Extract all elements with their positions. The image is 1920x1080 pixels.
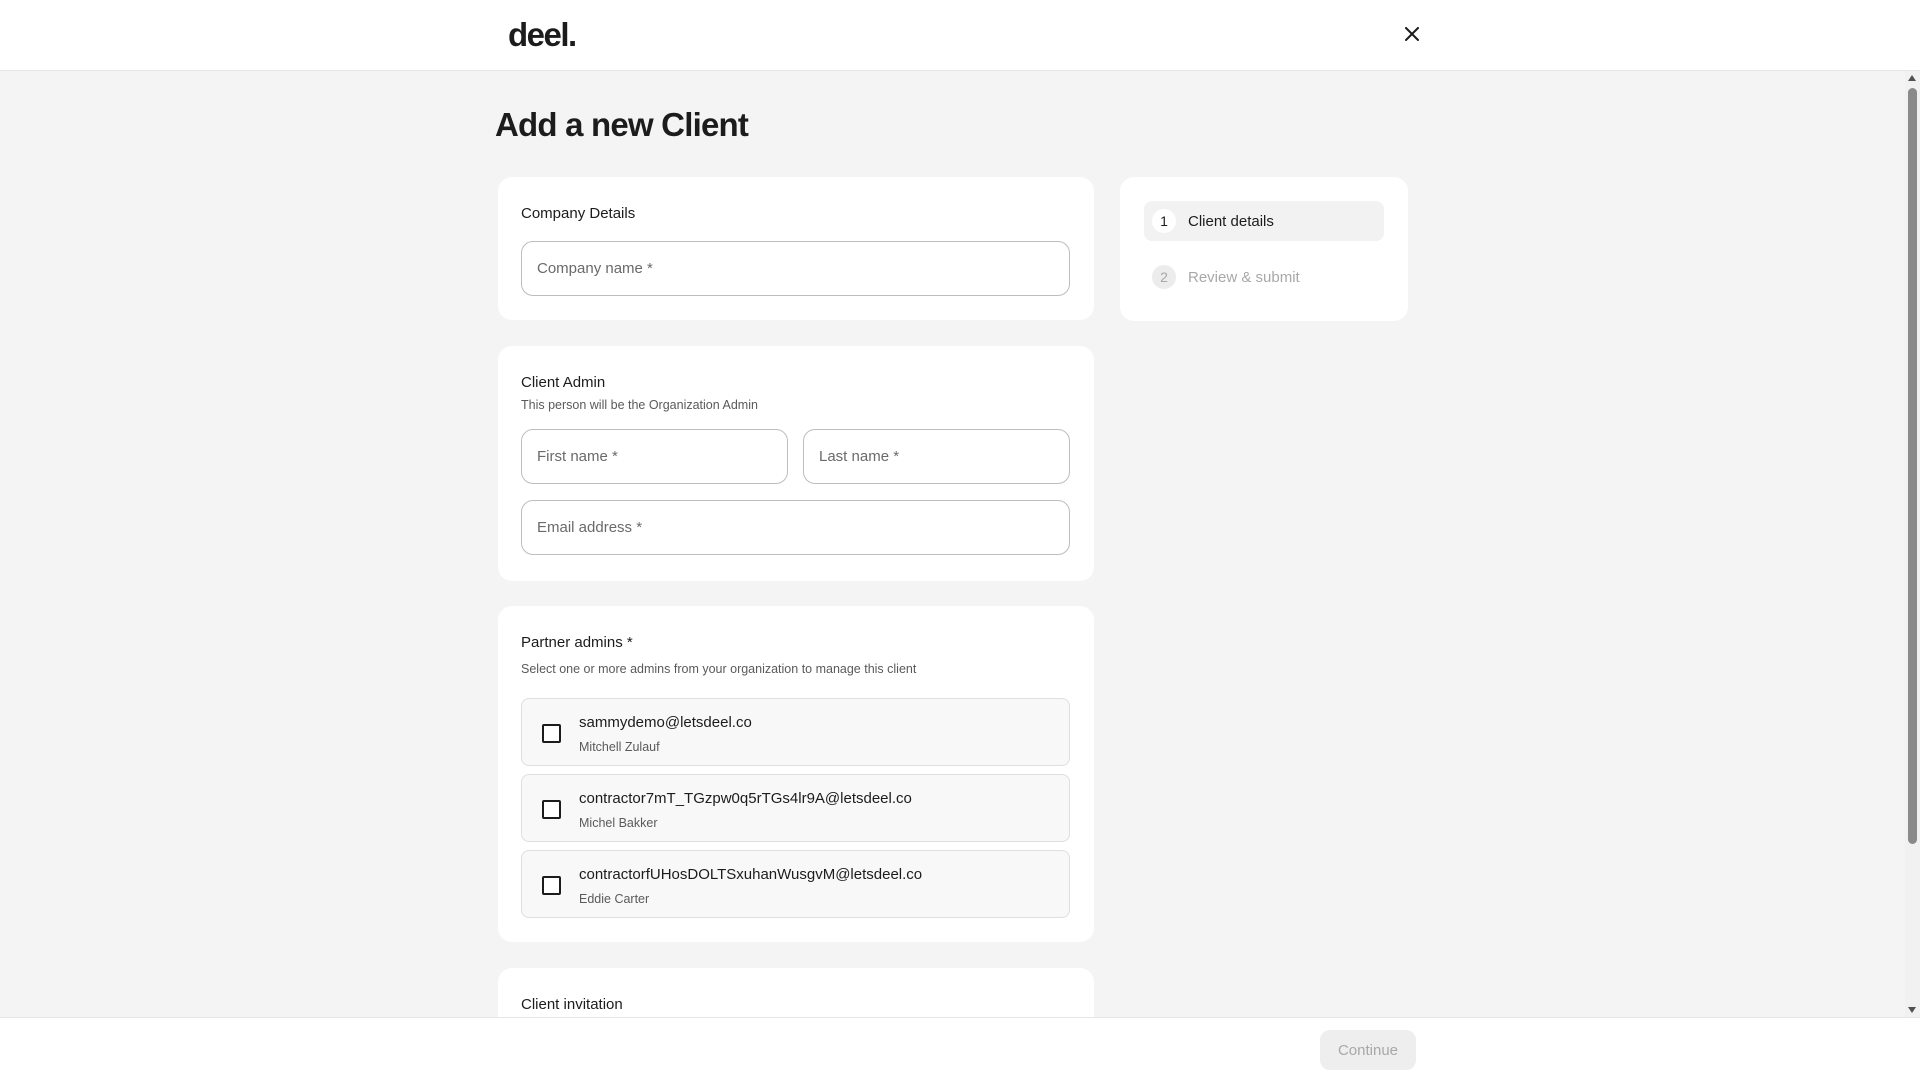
continue-button[interactable]: Continue [1320,1030,1416,1070]
partner-admins-subtitle: Select one or more admins from your orga… [521,662,917,676]
admin-checkbox[interactable] [542,876,561,895]
steps-panel: 1 Client details 2 Review & submit [1120,177,1408,321]
scrollbar[interactable] [1905,71,1920,1017]
company-name-placeholder: Company name * [537,260,653,277]
main-content: Add a new Client Company Details Company… [0,71,1905,1017]
client-invitation-card: Client invitation [498,968,1094,1017]
step-label: Client details [1188,212,1274,230]
admin-checkbox[interactable] [542,724,561,743]
close-icon [1405,27,1419,41]
admin-checkbox[interactable] [542,800,561,819]
scrollbar-thumb[interactable] [1908,88,1917,844]
company-details-title: Company Details [521,205,636,222]
company-name-field[interactable]: Company name * [521,241,1070,296]
step-label: Review & submit [1188,268,1300,286]
last-name-placeholder: Last name * [819,448,900,465]
client-admin-title: Client Admin [521,374,606,391]
admin-email: contractor7mT_TGzpw0q5rTGs4lr9A@letsdeel… [579,790,912,807]
client-admin-card: Client Admin This person will be the Org… [498,346,1094,581]
partner-admin-option[interactable]: contractorfUHosDOLTSxuhanWusgvM@letsdeel… [521,850,1070,918]
partner-admin-option[interactable]: contractor7mT_TGzpw0q5rTGs4lr9A@letsdeel… [521,774,1070,842]
footer-bar: Continue [0,1017,1920,1080]
company-details-card: Company Details Company name * [498,177,1094,320]
email-placeholder: Email address * [537,519,643,536]
client-invitation-title: Client invitation [521,996,623,1013]
first-name-placeholder: First name * [537,448,618,465]
client-admin-subtitle: This person will be the Organization Adm… [521,398,758,412]
email-field[interactable]: Email address * [521,500,1070,555]
admin-email: sammydemo@letsdeel.co [579,714,752,731]
top-bar: deel. [0,0,1920,71]
close-button[interactable] [1398,20,1426,48]
admin-name: Mitchell Zulauf [579,740,660,754]
partner-admins-title: Partner admins * [521,634,633,651]
admin-name: Eddie Carter [579,892,650,906]
step-client-details[interactable]: 1 Client details [1144,201,1384,241]
first-name-field[interactable]: First name * [521,429,788,484]
scroll-up-arrow-icon[interactable] [1908,75,1916,81]
step-review-submit: 2 Review & submit [1144,257,1384,297]
last-name-field[interactable]: Last name * [803,429,1070,484]
partner-admin-option[interactable]: sammydemo@letsdeel.co Mitchell Zulauf [521,698,1070,766]
step-number: 1 [1152,209,1176,233]
deel-logo[interactable]: deel. [508,16,577,54]
scroll-down-arrow-icon[interactable] [1908,1007,1916,1013]
admin-email: contractorfUHosDOLTSxuhanWusgvM@letsdeel… [579,866,923,883]
partner-admins-card: Partner admins * Select one or more admi… [498,606,1094,942]
page-title: Add a new Client [495,106,749,143]
admin-name: Michel Bakker [579,816,658,830]
step-number: 2 [1152,265,1176,289]
